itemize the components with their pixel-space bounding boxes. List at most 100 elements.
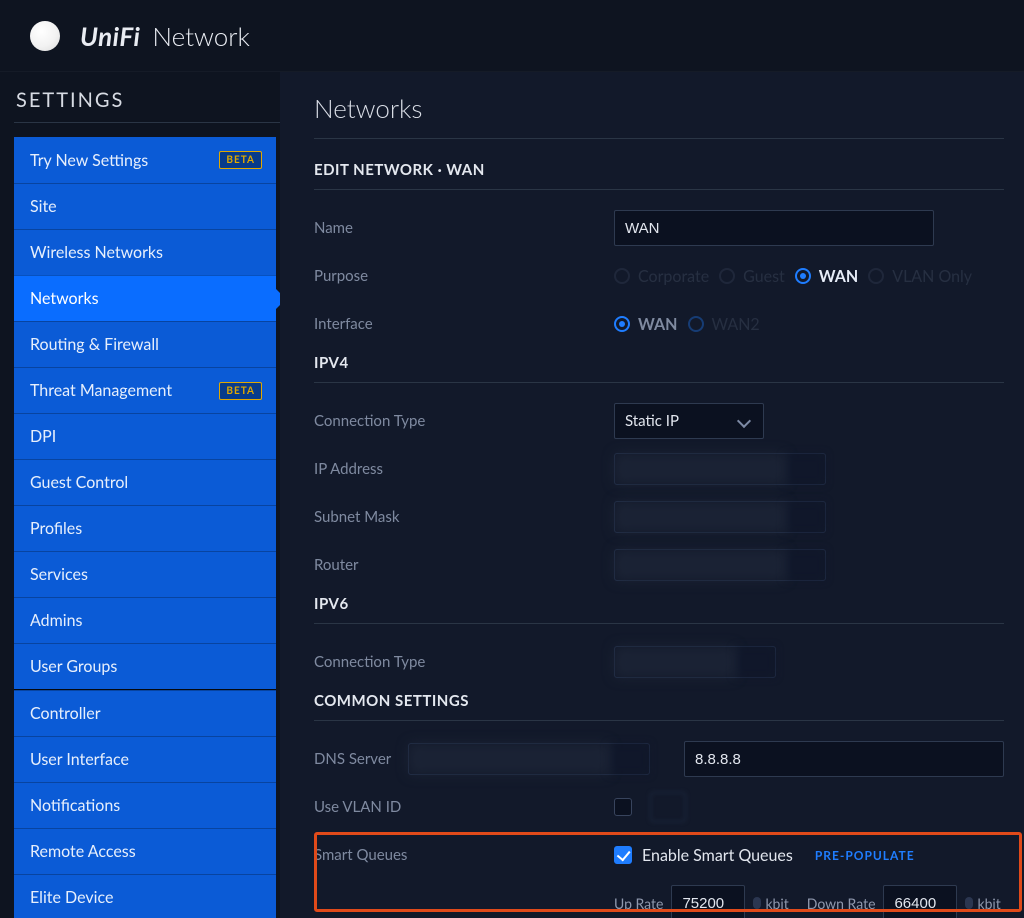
value-subnet-mask-redacted [615,502,785,532]
unit-down-rate[interactable]: kbit [965,895,1000,912]
radio-group-interface: WAN WAN2 [614,315,1004,334]
value-dns1-redacted [409,744,609,774]
label-router: Router [314,556,614,574]
radio-dot-icon [719,268,735,284]
section-ipv4: IPV4 [314,354,1004,383]
group-up-rate: Up Rate kbit [614,885,789,918]
sidebar-item-elite-device[interactable]: Elite Device [14,874,276,918]
select-connection-type-value: Static IP [625,412,679,430]
sidebar-item-label: Networks [30,289,99,308]
chevron-down-icon [737,414,751,428]
sidebar-item-threat-management[interactable]: Threat Management BETA [14,367,276,413]
value-router-redacted [615,550,785,580]
checkbox-use-vlan[interactable] [614,798,632,816]
sidebar-item-profiles[interactable]: Profiles [14,505,276,551]
input-up-rate[interactable] [671,885,745,918]
select-connection-type[interactable]: Static IP [614,403,764,439]
brand-text: UniFi Network [80,20,250,52]
sidebar-item-user-groups[interactable]: User Groups [14,643,276,689]
radio-purpose-guest[interactable]: Guest [719,267,785,286]
sidebar-item-label: Routing & Firewall [30,335,159,354]
section-common-settings: COMMON SETTINGS [314,692,1004,721]
beta-badge: BETA [219,382,262,400]
sidebar-item-guest-control[interactable]: Guest Control [14,459,276,505]
sidebar-item-try-new-settings[interactable]: Try New SettingsBETA [14,137,276,183]
sidebar-item-label: Profiles [30,519,82,538]
input-down-rate[interactable] [883,885,957,918]
sidebar-item-admins[interactable]: Admins [14,597,276,643]
label-subnet-mask: Subnet Mask [314,508,614,526]
label-dns: DNS Server [314,750,408,768]
unit-up-rate[interactable]: kbit [753,895,788,912]
sidebar-item-user-interface[interactable]: User Interface [14,736,276,782]
sidebar-item-label: Site [30,197,57,216]
input-network-name[interactable] [614,210,934,246]
label-enable-smart-queues: Enable Smart Queues [642,846,793,865]
beta-badge: BETA [219,151,262,169]
radio-dot-icon [795,268,811,284]
row-smart-queue-rates: Up Rate kbit Down Rate kbit [314,879,1004,918]
sidebar-item-notifications[interactable]: Notifications [14,782,276,828]
radio-interface-wan[interactable]: WAN [614,315,678,334]
settings-sidebar: SETTINGS Try New SettingsBETA Site Wireles… [0,72,280,918]
sidebar-item-remote-access[interactable]: Remote Access [14,828,276,874]
radio-dot-icon [688,316,704,332]
radio-purpose-wan[interactable]: WAN [795,267,859,286]
row-connection-type: Connection Type Static IP [314,397,1004,445]
row-name: Name [314,204,1004,252]
radio-purpose-corporate[interactable]: Corporate [614,267,709,286]
sidebar-item-site[interactable]: Site [14,183,276,229]
link-pre-populate[interactable]: PRE-POPULATE [815,848,915,863]
sidebar-item-label: Controller [30,704,101,723]
sidebar-item-label: Elite Device [30,888,113,907]
sidebar-nav: Try New SettingsBETA Site Wireless Network… [14,137,280,918]
radio-purpose-vlan-only[interactable]: VLAN Only [868,267,972,286]
radio-dot-icon [614,268,630,284]
sidebar-item-label: Notifications [30,796,120,815]
row-ipv6-connection-type: Connection Type [314,638,1004,686]
row-subnet-mask: Subnet Mask [314,493,1004,541]
sidebar-item-label: Wireless Networks [30,243,163,262]
sidebar-item-label: DPI [30,427,56,446]
value-ip-address-redacted [615,454,785,484]
checkbox-enable-smart-queues[interactable] [614,846,632,864]
row-purpose: Purpose CorporateGuestWANVLAN Only [314,252,1004,300]
row-ip-address: IP Address [314,445,1004,493]
brand-word-network: Network [152,20,249,52]
label-name: Name [314,219,614,237]
sidebar-item-networks[interactable]: Networks [14,275,276,321]
radio-dot-icon [614,316,630,332]
row-dns: DNS Server [314,735,1004,783]
label-smart-queues: Smart Queues [314,846,614,864]
label-up-rate: Up Rate [614,895,663,912]
sidebar-item-controller[interactable]: Controller [14,690,276,736]
sidebar-item-label: User Groups [30,657,117,676]
sidebar-item-routing-firewall[interactable]: Routing & Firewall [14,321,276,367]
row-router: Router [314,541,1004,589]
brand-logo [30,21,60,51]
sidebar-item-label: Guest Control [30,473,128,492]
label-use-vlan: Use VLAN ID [314,798,614,816]
content-area: Networks EDIT NETWORK · WAN Name Purpose… [280,72,1024,918]
label-interface: Interface [314,315,614,333]
sidebar-item-dpi[interactable]: DPI [14,413,276,459]
app-bar: UniFi Network [0,0,1024,72]
input-vlan-id-disabled [650,792,686,822]
sidebar-item-services[interactable]: Services [14,551,276,597]
sidebar-item-label: Services [30,565,88,584]
sidebar-heading: SETTINGS [14,88,280,123]
radio-interface-wan2[interactable]: WAN2 [688,315,760,334]
input-dns2[interactable] [684,741,1004,777]
section-ipv6: IPV6 [314,595,1004,624]
radio-group-purpose: Corporate Guest WAN VLAN Only [614,267,1004,286]
sidebar-item-label: Threat Management [30,381,172,400]
label-down-rate: Down Rate [807,895,876,912]
sidebar-item-label: Remote Access [30,842,136,861]
radio-dot-icon [868,268,884,284]
sidebar-item-label: Admins [30,611,82,630]
section-edit-network: EDIT NETWORK · WAN [314,161,1004,190]
row-use-vlan: Use VLAN ID [314,783,1004,831]
sidebar-item-wireless-networks[interactable]: Wireless Networks [14,229,276,275]
sidebar-item-label: User Interface [30,750,129,769]
group-down-rate: Down Rate kbit [807,885,1001,918]
